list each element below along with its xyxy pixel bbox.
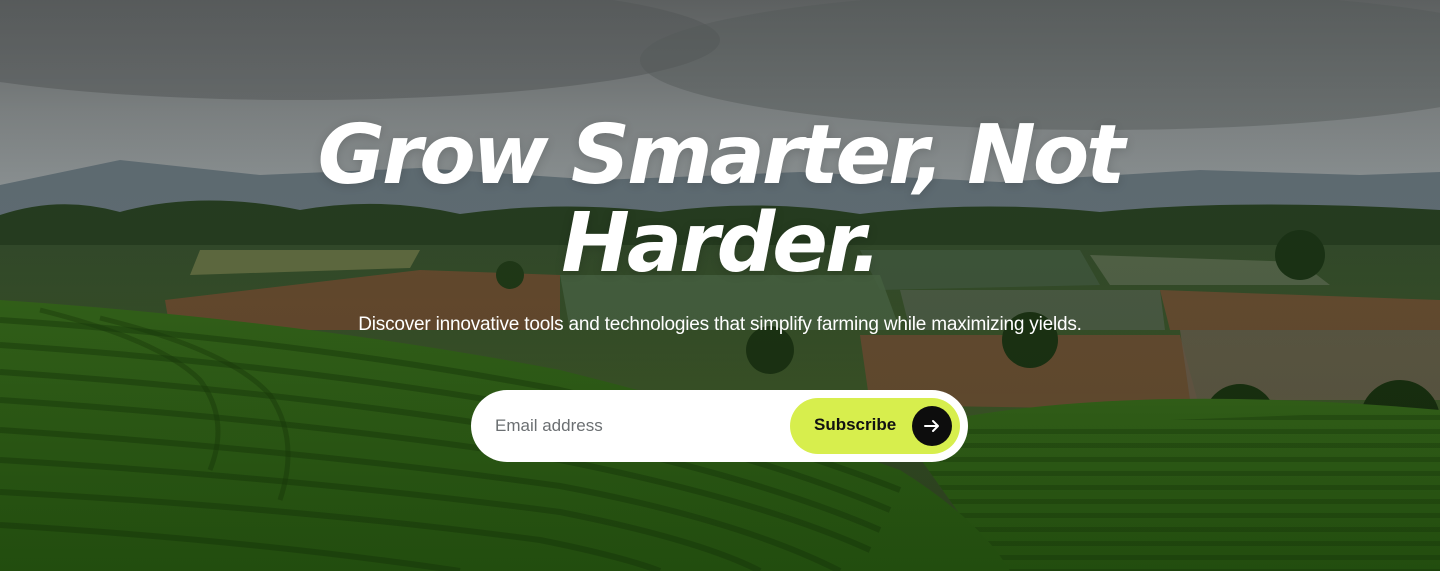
hero-section: Grow Smarter, Not Harder. Discover innov…: [0, 0, 1440, 571]
email-input[interactable]: [495, 408, 785, 444]
newsletter-signup-form: Subscribe: [471, 390, 968, 462]
hero-headline: Grow Smarter, Not Harder.: [317, 108, 1126, 291]
hero-content: Grow Smarter, Not Harder. Discover innov…: [0, 0, 1440, 571]
subscribe-button[interactable]: Subscribe: [790, 398, 960, 454]
subscribe-button-label: Subscribe: [814, 415, 897, 434]
arrow-right-icon: [912, 406, 952, 446]
hero-subtitle: Discover innovative tools and technologi…: [358, 314, 1082, 335]
